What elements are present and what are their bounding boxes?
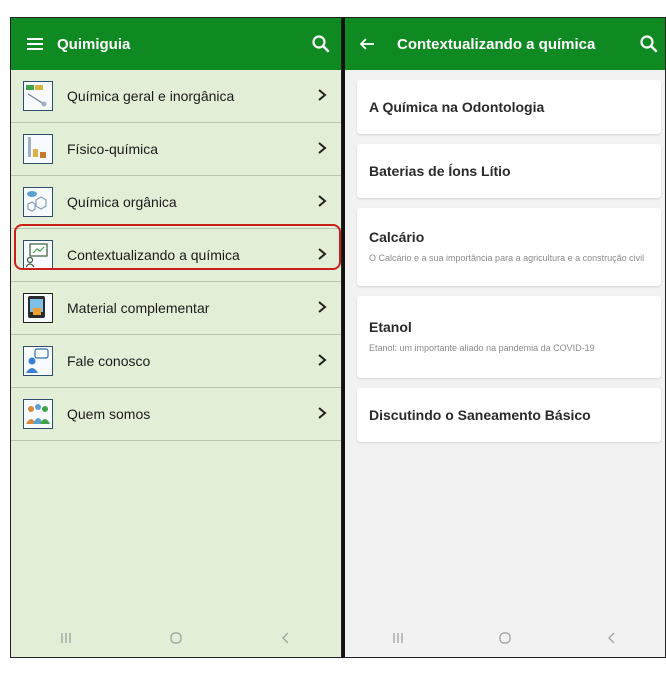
menu-item-label: Contextualizando a química bbox=[67, 247, 240, 263]
menu-item-label: Material complementar bbox=[67, 300, 210, 316]
article-card[interactable]: Discutindo o Saneamento Básico bbox=[357, 388, 661, 442]
menu-item-quimica-geral[interactable]: Química geral e inorgânica bbox=[11, 70, 341, 123]
recent-apps-icon[interactable] bbox=[378, 626, 418, 650]
app-title: Quimiguia bbox=[57, 35, 131, 53]
menu-item-fale-conosco[interactable]: Fale conosco bbox=[11, 335, 341, 388]
back-arrow-icon[interactable] bbox=[359, 37, 375, 51]
article-title: Baterias de Íons Lítio bbox=[369, 163, 511, 179]
menu-item-label: Físico-química bbox=[67, 141, 159, 157]
article-card[interactable]: Etanol Etanol: um importante aliado na p… bbox=[357, 296, 661, 378]
left-app-bar: Quimiguia bbox=[11, 18, 341, 70]
tablet-book-icon bbox=[23, 293, 53, 323]
home-icon[interactable] bbox=[156, 626, 196, 650]
search-icon[interactable] bbox=[639, 34, 659, 54]
back-nav-icon[interactable] bbox=[266, 626, 306, 650]
article-title: Calcário bbox=[369, 229, 425, 245]
article-card[interactable]: Calcário O Calcário e a sua importância … bbox=[357, 208, 661, 286]
left-screen: Quimiguia Química geral e inorgânica Fís… bbox=[10, 17, 342, 658]
android-nav-bar bbox=[11, 619, 341, 657]
hamburger-menu-icon[interactable] bbox=[27, 38, 43, 50]
article-title: A Química na Odontologia bbox=[369, 99, 545, 115]
article-card[interactable]: A Química na Odontologia bbox=[357, 80, 661, 134]
article-title: Etanol bbox=[369, 319, 412, 335]
chevron-right-icon bbox=[318, 248, 327, 260]
menu-item-label: Química orgânica bbox=[67, 194, 177, 210]
menu-item-material-complementar[interactable]: Material complementar bbox=[11, 282, 341, 335]
chevron-right-icon bbox=[318, 89, 327, 101]
flask-icon bbox=[23, 81, 53, 111]
chat-person-icon bbox=[23, 346, 53, 376]
right-screen: Contextualizando a química A Química na … bbox=[342, 17, 666, 658]
presentation-board-icon bbox=[23, 240, 53, 270]
menu-item-fisico-quimica[interactable]: Físico-química bbox=[11, 123, 341, 176]
chevron-right-icon bbox=[318, 142, 327, 154]
menu-list: Química geral e inorgânica Físico-químic… bbox=[11, 70, 341, 441]
screen-title: Contextualizando a química bbox=[397, 35, 596, 53]
search-icon[interactable] bbox=[311, 34, 331, 54]
team-icon bbox=[23, 399, 53, 429]
chevron-right-icon bbox=[318, 195, 327, 207]
menu-item-contextualizando[interactable]: Contextualizando a química bbox=[11, 229, 341, 282]
article-list: A Química na Odontologia Baterias de Íon… bbox=[357, 80, 661, 452]
menu-item-quem-somos[interactable]: Quem somos bbox=[11, 388, 341, 441]
menu-item-label: Quem somos bbox=[67, 406, 151, 422]
article-subtitle: O Calcário e a sua importância para a ag… bbox=[369, 253, 645, 263]
article-title: Discutindo o Saneamento Básico bbox=[369, 407, 591, 423]
right-app-bar: Contextualizando a química bbox=[345, 18, 665, 70]
article-card[interactable]: Baterias de Íons Lítio bbox=[357, 144, 661, 198]
chevron-right-icon bbox=[318, 407, 327, 419]
chevron-right-icon bbox=[318, 301, 327, 313]
menu-item-quimica-organica[interactable]: Química orgânica bbox=[11, 176, 341, 229]
molecule-icon bbox=[23, 187, 53, 217]
menu-item-label: Química geral e inorgânica bbox=[67, 88, 235, 104]
android-nav-bar bbox=[345, 619, 665, 657]
home-icon[interactable] bbox=[485, 626, 525, 650]
recent-apps-icon[interactable] bbox=[46, 626, 86, 650]
back-nav-icon[interactable] bbox=[592, 626, 632, 650]
chemistry-lab-icon bbox=[23, 134, 53, 164]
article-subtitle: Etanol: um importante aliado na pandemia… bbox=[369, 343, 595, 353]
menu-item-label: Fale conosco bbox=[67, 353, 151, 369]
chevron-right-icon bbox=[318, 354, 327, 366]
